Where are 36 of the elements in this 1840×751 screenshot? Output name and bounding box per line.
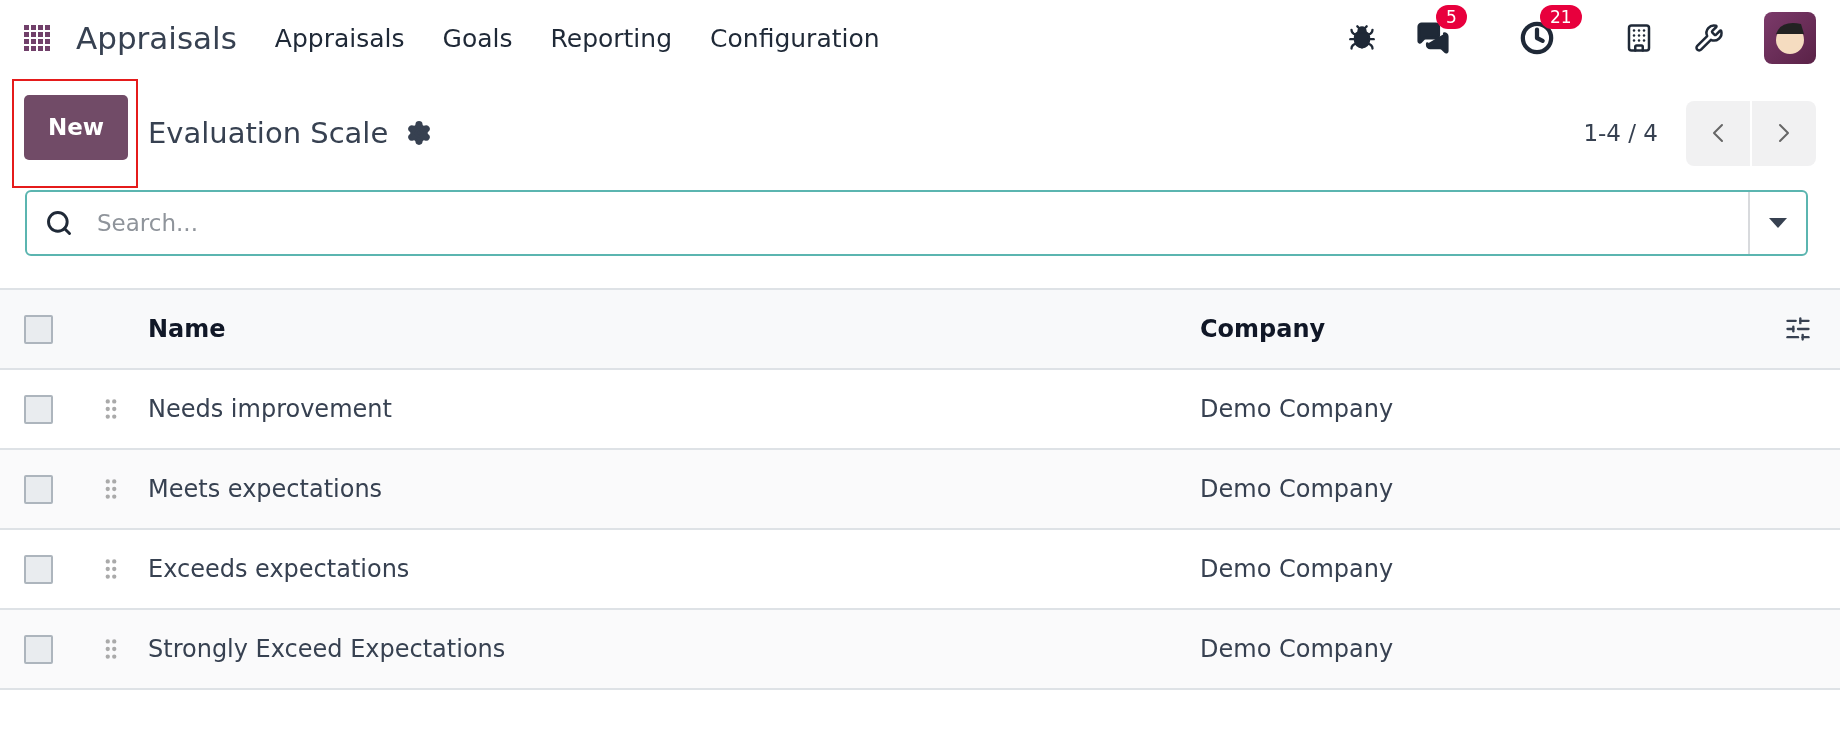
menu-item[interactable]: Appraisals bbox=[274, 23, 405, 53]
search-icon bbox=[45, 209, 73, 237]
apps-grid-icon[interactable] bbox=[24, 25, 50, 51]
user-avatar[interactable] bbox=[1764, 12, 1816, 64]
row-checkbox[interactable] bbox=[24, 474, 53, 504]
row-checkbox[interactable] bbox=[24, 554, 53, 584]
row-checkbox[interactable] bbox=[24, 634, 53, 664]
message-count-badge: 5 bbox=[1436, 5, 1467, 29]
app-name[interactable]: Appraisals bbox=[76, 20, 237, 56]
chat-icon[interactable] bbox=[1416, 21, 1450, 55]
tools-icon[interactable] bbox=[1694, 23, 1724, 53]
row-checkbox[interactable] bbox=[24, 394, 53, 424]
select-all-checkbox[interactable] bbox=[24, 314, 53, 344]
table-cell-text: Strongly Exceed Expectations bbox=[148, 635, 507, 663]
search-bar[interactable]: Search... bbox=[25, 190, 1808, 256]
new-button[interactable]: New bbox=[24, 94, 128, 160]
column-header[interactable]: Company bbox=[1200, 315, 1784, 343]
column-header[interactable]: Name bbox=[148, 315, 1200, 343]
menu-item[interactable]: Configuration bbox=[710, 23, 880, 53]
menu-item[interactable]: Goals bbox=[442, 23, 513, 53]
table-cell-text: Demo Company bbox=[1200, 475, 1395, 503]
pager-text: 1-4 / 4 bbox=[1583, 120, 1658, 146]
table-cell-text: Demo Company bbox=[1200, 555, 1395, 583]
column-settings-icon[interactable] bbox=[1784, 315, 1812, 343]
caret-icon bbox=[1769, 218, 1787, 228]
clock-icon[interactable] bbox=[1520, 21, 1554, 55]
activity-count-badge: 21 bbox=[1540, 5, 1582, 29]
table-cell-text: Exceeds expectations bbox=[148, 555, 411, 583]
page-title: Evaluation Scale bbox=[148, 116, 389, 150]
table-cell-text: Needs improvement bbox=[148, 395, 393, 423]
settings-icon[interactable] bbox=[406, 120, 433, 146]
table-cell-text: Demo Company bbox=[1200, 635, 1395, 663]
bug-icon[interactable] bbox=[1348, 24, 1376, 52]
table-cell-text: Meets expectations bbox=[148, 475, 384, 503]
menu-item[interactable]: Reporting bbox=[550, 23, 673, 53]
table-cell-text: Demo Company bbox=[1200, 395, 1395, 423]
